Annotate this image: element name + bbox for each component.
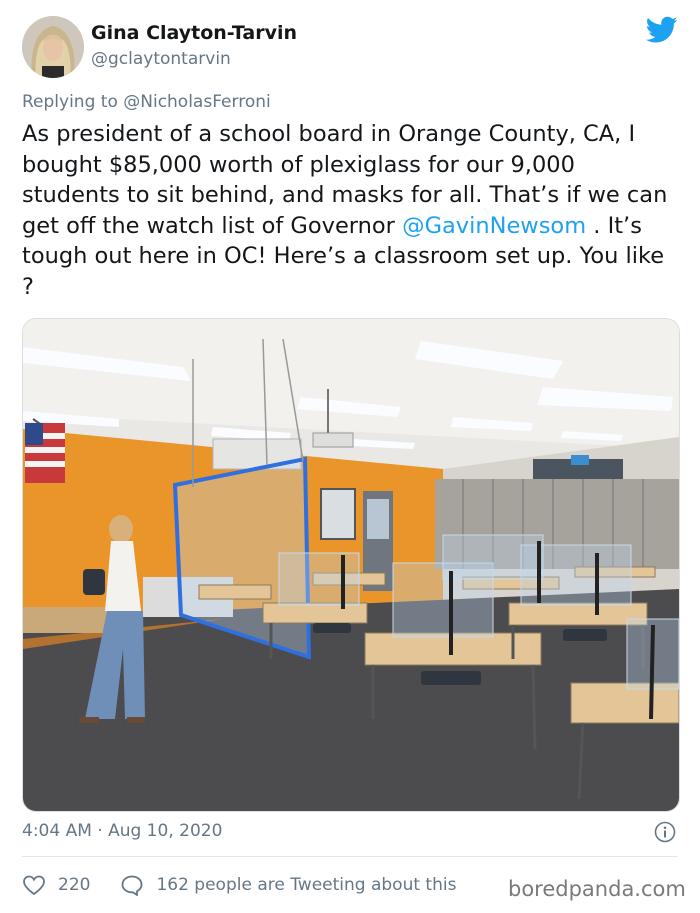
comment-count-text: 162 people are Tweeting about this (156, 875, 457, 895)
tweet-text: As president of a school board in Orange… (22, 119, 678, 302)
comment-icon (122, 875, 143, 896)
author-name[interactable]: Gina Clayton-Tarvin (91, 22, 297, 44)
reply-mention[interactable]: @NicholasFerroni (123, 92, 270, 112)
tweet-mention-link[interactable]: @GavinNewsom (402, 213, 586, 239)
avatar[interactable] (22, 16, 84, 78)
reply-prefix: Replying to (22, 92, 124, 112)
tweet-photo[interactable] (22, 318, 680, 812)
action-bar: 220 162 people are Tweeting about this (22, 872, 486, 898)
tweet-timestamp[interactable]: 4:04 AM · Aug 10, 2020 (22, 821, 222, 841)
reply-context: Replying to @NicholasFerroni (22, 92, 271, 112)
tweet-card: Gina Clayton-Tarvin @gclaytontarvin Repl… (0, 0, 700, 913)
like-button[interactable]: 220 (22, 874, 90, 896)
info-icon[interactable] (654, 821, 676, 843)
like-count: 220 (58, 875, 91, 895)
twitter-bird-icon[interactable] (645, 16, 678, 44)
heart-icon (23, 875, 45, 896)
watermark: boredpanda.com (508, 877, 686, 901)
author-handle[interactable]: @gclaytontarvin (91, 49, 231, 69)
reply-button[interactable]: 162 people are Tweeting about this (120, 874, 456, 896)
divider (22, 856, 678, 857)
